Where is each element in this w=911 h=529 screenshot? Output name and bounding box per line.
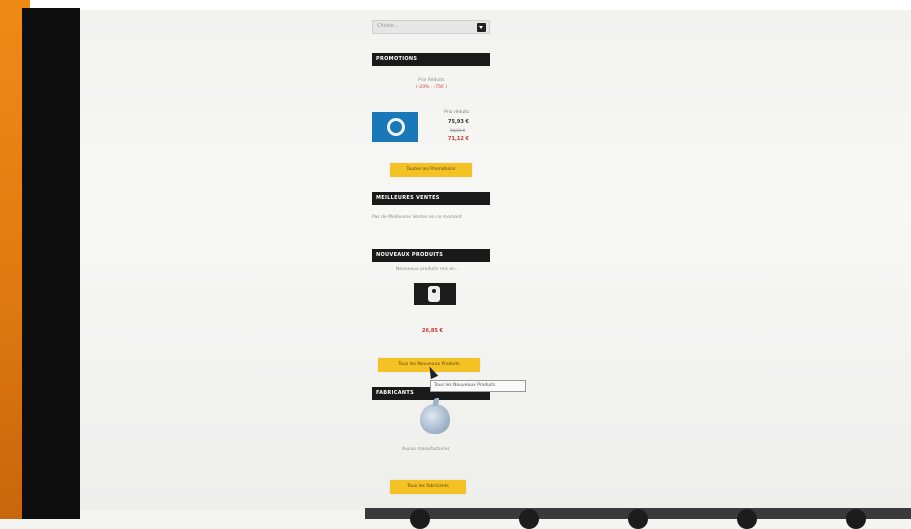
apple-logo[interactable]	[420, 398, 450, 434]
promo-price-label: Prix réduits	[444, 110, 470, 115]
promotions-intro: Prix Réduits	[418, 78, 445, 83]
manufacturers-caption: Aucun manufacturier	[402, 447, 450, 452]
photo-top-edge	[0, 0, 911, 10]
promo-price: 75,93 €	[448, 119, 470, 125]
new-product-image[interactable]	[414, 283, 456, 305]
bestsellers-title: MEILLEURES VENTES	[372, 192, 490, 205]
product-device-icon	[428, 286, 440, 302]
product-ring-icon	[387, 118, 405, 136]
promo-new-price: 71,12 €	[448, 136, 470, 142]
promotions-intro-range: (-20% · -75€ )	[416, 85, 448, 90]
promo-product-image[interactable]	[372, 112, 418, 142]
all-manufacturers-button[interactable]: Tous les fabricants	[390, 480, 466, 494]
bottom-nav-bar	[365, 508, 911, 529]
shop-sidebar-column: Choisir... PROMOTIONS Prix Réduits (-20%…	[368, 10, 496, 510]
tooltip: Tous les Nouveaux Produits	[430, 380, 526, 392]
chevron-down-icon[interactable]	[477, 23, 486, 32]
new-products-title: NOUVEAUX PRODUITS	[372, 249, 490, 262]
bestsellers-empty-text: Pas de Meilleures Ventes en ce moment	[372, 215, 462, 220]
device-bezel-black	[22, 8, 80, 519]
new-products-intro: Nouveaux produits mis en...	[396, 267, 460, 272]
promotions-title: PROMOTIONS	[372, 53, 490, 66]
promo-old-price: 94,91 €	[450, 128, 466, 133]
new-product-price: 26,85 €	[422, 328, 444, 334]
select-placeholder: Choisir...	[377, 23, 399, 29]
all-promotions-button[interactable]: Toutes les Promotions	[390, 163, 472, 177]
category-select[interactable]: Choisir...	[372, 20, 490, 34]
